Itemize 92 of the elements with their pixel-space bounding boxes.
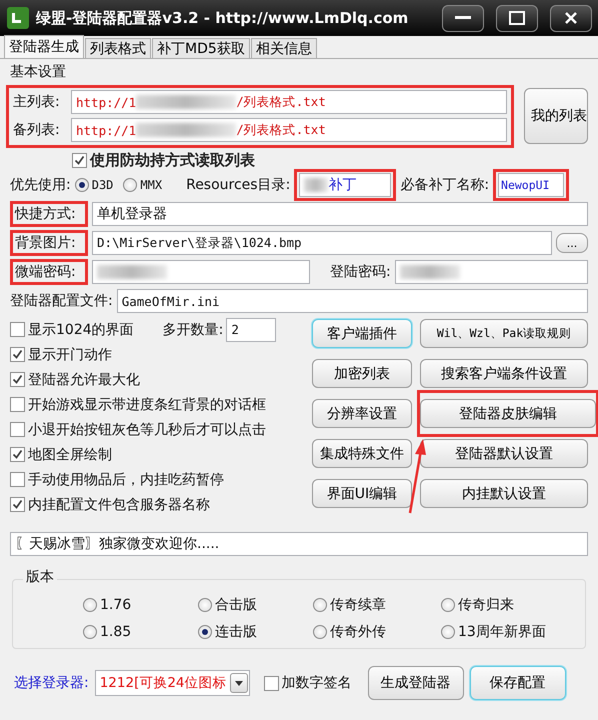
checkbox[interactable] (10, 497, 25, 512)
checkbox[interactable] (10, 447, 25, 462)
checkbox[interactable] (10, 422, 25, 437)
checkbox[interactable] (10, 322, 25, 337)
radio-label: MMX (140, 178, 162, 192)
radio-label: 13周年新界面 (458, 622, 546, 640)
password-field[interactable] (92, 260, 310, 284)
field-label: 快捷方式: (15, 205, 76, 223)
action-button[interactable]: 内挂默认设置 (420, 479, 588, 508)
my-list-button[interactable]: 我的列表 (524, 88, 588, 144)
patch-name-field[interactable]: NewopUI (498, 173, 564, 197)
action-button[interactable]: 登陆器默认设置 (420, 439, 588, 468)
folder-field[interactable]: 补丁 (299, 173, 392, 197)
checkbox[interactable] (10, 472, 25, 487)
window-title: 绿盟-登陆器配置器v3.2 - http://www.LmDlq.com (36, 8, 410, 28)
shortcut-field[interactable]: 单机登录器 (92, 202, 588, 226)
field-label: 登陆密码: (330, 263, 391, 281)
radio-button[interactable] (83, 624, 97, 638)
close-button[interactable] (550, 4, 592, 32)
notice-field[interactable]: 〖天赐冰雪〗独家微变欢迎你..... (10, 532, 588, 556)
tab[interactable]: 登陆器生成 (4, 35, 84, 58)
checkbox-label: 使用防劫持方式读取列表 (90, 150, 255, 170)
radio-button[interactable] (441, 624, 455, 638)
radio-button[interactable] (198, 624, 212, 638)
close-icon (564, 11, 578, 25)
action-button[interactable]: 集成特殊文件 (312, 439, 412, 468)
radio-label: 1.85 (100, 624, 132, 640)
radio-button[interactable] (313, 598, 327, 612)
launcher-dropdown[interactable]: 1212[可换24位图标 (94, 670, 250, 696)
url-field[interactable]: http://1 /列表格式.txt (71, 90, 507, 114)
section-title: 基本设置 (10, 63, 67, 81)
checkbox[interactable] (10, 372, 25, 387)
checkbox[interactable] (72, 152, 87, 168)
url-field[interactable]: http://1 /列表格式.txt (71, 118, 507, 142)
radio-label: 传奇续章 (330, 596, 386, 614)
password-field[interactable] (394, 260, 588, 284)
maximize-button[interactable] (496, 4, 538, 32)
config-file-field[interactable]: GameOfMir.ini (116, 289, 588, 313)
radio-label: 1.76 (100, 596, 132, 612)
field-label: 背景图片: (15, 234, 76, 252)
checkbox-label: 地图全屏绘制 (28, 446, 112, 464)
field-label: 多开数量: (162, 320, 224, 338)
checkbox[interactable] (10, 347, 25, 362)
radio-button[interactable] (198, 598, 212, 612)
maximize-icon (509, 11, 525, 25)
field-label: 登陆器配置文件: (10, 292, 113, 310)
action-button[interactable]: 客户端插件 (312, 319, 412, 348)
radio-button[interactable] (123, 178, 138, 192)
tab[interactable]: 列表格式 (85, 38, 151, 58)
action-button[interactable]: 加密列表 (312, 359, 412, 388)
count-field[interactable]: 2 (226, 318, 276, 342)
radio-label: 传奇归来 (458, 596, 514, 614)
checkbox-label: 手动使用物品后，内挂吃药暂停 (28, 470, 224, 488)
radio-label: 合击版 (215, 596, 257, 614)
action-button[interactable]: 生成登陆器 (368, 666, 464, 700)
field-label: 必备补丁名称: (400, 176, 490, 194)
field-label: 主列表: (13, 93, 61, 111)
field-label: 微端密码: (15, 263, 76, 281)
checkbox-label: 加数字签名 (282, 674, 352, 692)
checkbox-label: 显示1024的界面 (28, 320, 134, 338)
radio-button[interactable] (313, 624, 327, 638)
checkbox-label: 内挂配置文件包含服务器名称 (28, 496, 210, 514)
checkbox-label: 登陆器允许最大化 (28, 370, 140, 388)
field-label: 选择登录器: (14, 674, 89, 692)
action-button[interactable]: 登陆器皮肤编辑 (420, 399, 596, 428)
radio-button[interactable] (83, 598, 97, 612)
action-button[interactable]: 界面UI编辑 (312, 479, 412, 508)
minimize-button[interactable] (442, 4, 484, 32)
radio-label: D3D (92, 178, 114, 192)
checkbox-label: 显示开门动作 (28, 346, 112, 364)
minimize-icon (455, 16, 471, 20)
checkbox[interactable] (10, 397, 25, 412)
tab[interactable]: 相关信息 (250, 38, 317, 58)
action-button[interactable]: Wil、Wzl、Pak读取规则 (420, 319, 588, 348)
field-label: Resources目录: (186, 176, 290, 194)
action-button[interactable]: 分辨率设置 (312, 399, 412, 428)
group-title: 版本 (23, 568, 57, 586)
radio-label: 传奇外传 (330, 622, 386, 640)
browse-button[interactable]: ... (556, 233, 588, 253)
path-field[interactable]: D:\MirServer\登录器\1024.bmp (92, 231, 552, 255)
action-button[interactable]: 搜索客户端条件设置 (420, 359, 588, 388)
checkbox[interactable] (264, 676, 279, 690)
radio-button[interactable] (441, 598, 455, 612)
app-logo-icon (6, 6, 30, 30)
radio-button[interactable] (74, 178, 89, 192)
radio-label: 连击版 (215, 622, 257, 640)
field-label: 备列表: (13, 121, 61, 139)
action-button[interactable]: 保存配置 (470, 666, 566, 700)
checkbox-label: 小退开始按钮灰色等几秒后才可以点击 (28, 420, 266, 438)
checkbox-label: 开始游戏显示带进度条红背景的对话框 (28, 396, 266, 414)
tab[interactable]: 补丁MD5获取 (152, 38, 250, 58)
field-label: 优先使用: (10, 176, 71, 194)
